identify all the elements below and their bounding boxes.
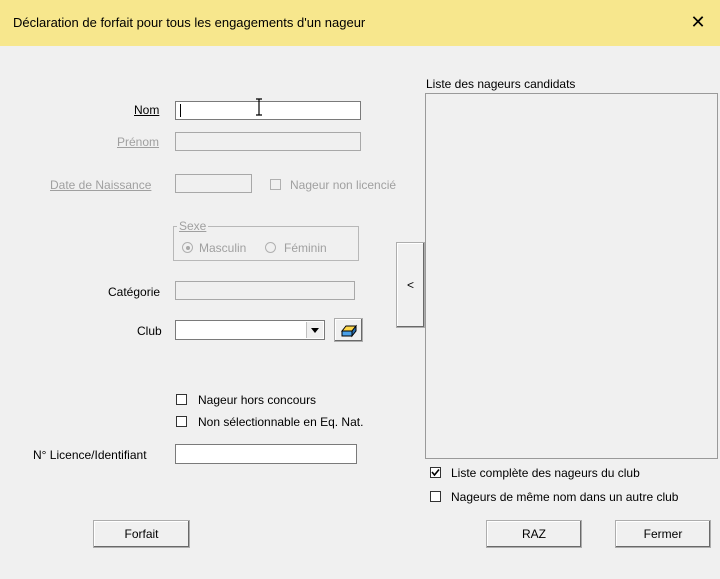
hors-concours-checkbox[interactable]: [176, 394, 187, 405]
forfait-button[interactable]: Forfait: [93, 520, 190, 548]
sexe-legend: Sexe: [177, 219, 209, 233]
nom-label: Nom: [134, 103, 160, 117]
club-label: Club: [137, 324, 162, 338]
nom-input[interactable]: [175, 101, 361, 120]
title-bar: Déclaration de forfait pour tous les eng…: [0, 0, 720, 46]
hors-concours-label: Nageur hors concours: [198, 393, 317, 407]
meme-nom-label: Nageurs de même nom dans un autre club: [451, 490, 679, 504]
date-naissance-label: Date de Naissance: [50, 178, 152, 192]
candidates-list[interactable]: [425, 93, 718, 459]
feminin-radio: [265, 242, 276, 253]
licence-label: N° Licence/Identifiant: [33, 448, 147, 462]
club-select[interactable]: [175, 320, 325, 340]
categorie-label: Catégorie: [108, 285, 161, 299]
masculin-radio: [182, 242, 193, 253]
categorie-input: [175, 281, 355, 300]
meme-nom-checkbox[interactable]: [430, 491, 441, 502]
close-icon[interactable]: ✕: [686, 10, 710, 34]
text-caret: [180, 104, 181, 117]
masculin-label: Masculin: [199, 241, 247, 255]
text-cursor-icon: [256, 98, 262, 116]
prenom-label: Prénom: [117, 135, 160, 149]
club-search-button[interactable]: [334, 318, 363, 342]
licence-input[interactable]: [175, 444, 357, 464]
transfer-button[interactable]: <: [396, 242, 425, 328]
liste-complete-label: Liste complète des nageurs du club: [451, 466, 640, 480]
list-title: Liste des nageurs candidats: [426, 77, 576, 91]
non-licencie-checkbox: [270, 179, 281, 190]
prenom-input: [175, 132, 361, 151]
feminin-label: Féminin: [284, 241, 327, 255]
window-title: Déclaration de forfait pour tous les eng…: [13, 15, 366, 30]
non-selectionnable-checkbox[interactable]: [176, 416, 187, 427]
chevron-down-icon[interactable]: [306, 322, 323, 338]
non-selectionnable-label: Non sélectionnable en Eq. Nat.: [198, 415, 364, 429]
raz-button[interactable]: RAZ: [486, 520, 582, 548]
non-licencie-label: Nageur non licencié: [290, 178, 397, 192]
date-naissance-input: [175, 174, 252, 193]
drawer-icon: [340, 324, 357, 338]
checkmark-icon: [431, 468, 440, 477]
fermer-button[interactable]: Fermer: [615, 520, 711, 548]
liste-complete-checkbox[interactable]: [430, 467, 441, 478]
